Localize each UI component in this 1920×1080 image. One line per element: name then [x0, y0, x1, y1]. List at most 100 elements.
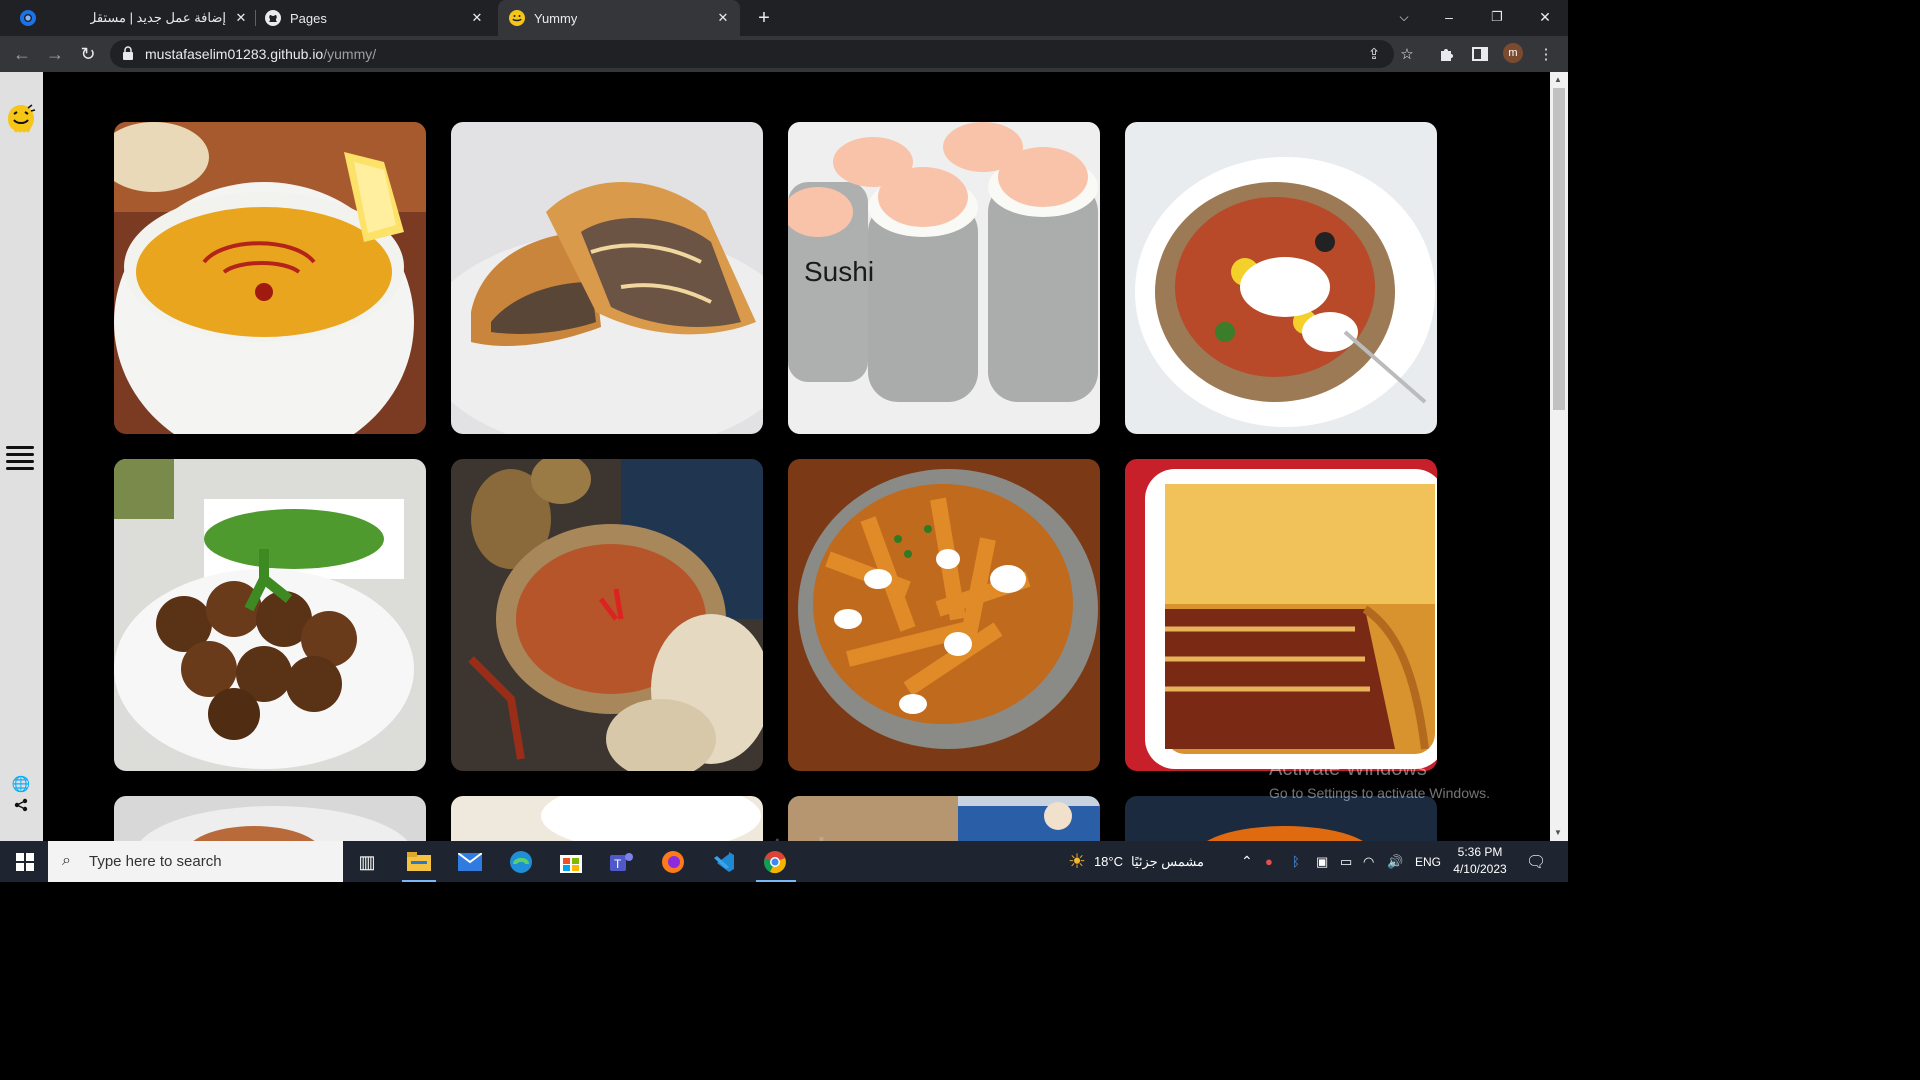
yummy-logo-icon[interactable] — [4, 100, 38, 136]
page-viewport: 🌐 Sushi ▲ ▼ Activate Windows Go to Setti… — [0, 72, 1568, 841]
camera-icon[interactable]: ▣ — [1316, 841, 1328, 882]
tab-close-icon[interactable]: ✕ — [232, 9, 250, 27]
tab-title: Yummy — [534, 10, 578, 26]
meal-card[interactable] — [788, 459, 1100, 771]
meal-name: Sushi — [804, 256, 875, 287]
scroll-up-icon[interactable]: ▲ — [1554, 75, 1562, 84]
meal-card[interactable] — [1125, 122, 1437, 434]
profile-avatar[interactable]: m — [1503, 43, 1523, 63]
meal-image — [114, 122, 426, 434]
tab-close-icon[interactable]: ✕ — [714, 9, 732, 27]
meal-image — [451, 122, 763, 434]
teams-icon[interactable]: T — [607, 847, 637, 877]
search-placeholder: Type here to search — [89, 853, 222, 870]
weather-temp: 18°C — [1093, 854, 1123, 869]
language-indicator[interactable]: ENG — [1415, 841, 1441, 882]
page-scrollbar[interactable]: ▲ ▼ — [1550, 72, 1568, 841]
meal-card[interactable] — [1125, 796, 1437, 841]
tab-mostaql[interactable]: إضافة عمل جديد | مستقل ✕ — [90, 0, 250, 36]
meal-hover-overlay[interactable]: Sushi — [788, 122, 1100, 434]
tray-overflow-chevron-icon[interactable]: ⌃ — [1241, 841, 1253, 882]
activate-title: Activate Windows — [1269, 758, 1427, 780]
active-app-indicator — [402, 880, 436, 882]
minimize-icon[interactable]: – — [1426, 0, 1472, 34]
watermark: mostaql.com — [712, 832, 896, 841]
tab-title: إضافة عمل جديد | مستقل — [90, 10, 226, 25]
bookmark-star-icon[interactable]: ☆ — [1395, 42, 1419, 66]
tab-pages[interactable]: Pages ✕ — [262, 0, 494, 36]
task-view-icon[interactable]: ▥ — [352, 847, 382, 877]
tab-search-chevron-icon[interactable]: ⌵ — [1381, 0, 1427, 34]
url-text: mustafaselim01283.github.io/yummy/ — [145, 46, 376, 62]
chrome-icon[interactable] — [760, 847, 790, 877]
meal-card[interactable] — [114, 459, 426, 771]
search-icon: ⌕ — [62, 852, 71, 869]
tab-divider — [255, 10, 256, 26]
yummy-favicon-icon — [508, 9, 526, 27]
meal-image — [788, 459, 1100, 771]
share-nodes-icon[interactable] — [12, 796, 30, 814]
restore-icon[interactable]: ❐ — [1474, 0, 1520, 34]
meal-card[interactable] — [114, 122, 426, 434]
weather-widget[interactable]: ☀ 18°C مشمس جزئيًا — [1068, 841, 1204, 882]
meal-card[interactable] — [451, 459, 763, 771]
scroll-down-icon[interactable]: ▼ — [1554, 828, 1562, 837]
wifi-icon[interactable]: ◠ — [1363, 841, 1374, 882]
github-icon — [264, 9, 282, 27]
lock-icon[interactable] — [122, 46, 134, 63]
clock-time: 5:36 PM — [1457, 845, 1503, 859]
side-panel-icon[interactable] — [1468, 42, 1492, 66]
address-bar[interactable]: mustafaselim01283.github.io/yummy/ ⇪ — [110, 40, 1394, 68]
taskbar-search-box[interactable]: ⌕ Type here to search — [48, 841, 343, 882]
meal-image — [1125, 459, 1437, 771]
window-close-icon[interactable]: ✕ — [1522, 0, 1568, 34]
recording-icon[interactable]: ● — [1265, 841, 1273, 882]
notifications-icon[interactable]: 🗨 — [1526, 841, 1546, 882]
activate-subtitle: Go to Settings to activate Windows. — [1269, 785, 1490, 801]
hamburger-menu-icon[interactable] — [6, 442, 36, 472]
globe-icon[interactable]: 🌐 — [12, 775, 31, 793]
tab-title: Pages — [290, 10, 327, 26]
windows-start-icon[interactable] — [8, 849, 42, 875]
clock-date: 4/10/2023 — [1453, 862, 1507, 876]
browser-tab-bar: إضافة عمل جديد | مستقل ✕ Pages ✕ Yummy ✕… — [0, 0, 1568, 36]
meal-card[interactable] — [114, 796, 426, 841]
browser-menu-icon[interactable] — [16, 6, 40, 30]
browser-toolbar: ← → ↻ mustafaselim01283.github.io/yummy/… — [0, 36, 1568, 72]
volume-icon[interactable]: 🔊 — [1387, 841, 1403, 882]
microsoft-store-icon[interactable] — [556, 847, 586, 877]
meal-image — [1125, 796, 1437, 841]
reload-icon[interactable]: ↻ — [74, 40, 102, 68]
weather-sun-icon: ☀ — [1068, 851, 1086, 873]
mail-icon[interactable] — [455, 847, 485, 877]
meal-image — [1125, 122, 1437, 434]
meal-card[interactable] — [1125, 459, 1437, 771]
vscode-icon[interactable] — [709, 847, 739, 877]
share-icon[interactable]: ⇪ — [1362, 42, 1386, 66]
forward-arrow-icon[interactable]: → — [41, 40, 69, 68]
url-host: mustafaselim01283.github.io — [145, 46, 324, 62]
activate-windows-notice: Activate Windows Go to Settings to activ… — [1269, 758, 1490, 801]
file-explorer-icon[interactable] — [404, 847, 434, 877]
meal-image — [114, 796, 426, 841]
active-app-indicator — [756, 880, 796, 882]
meal-card[interactable]: Sushi — [788, 122, 1100, 434]
firefox-icon[interactable] — [658, 847, 688, 877]
more-menu-icon[interactable]: ⋮ — [1534, 42, 1558, 66]
extensions-puzzle-icon[interactable] — [1435, 42, 1459, 66]
new-tab-button[interactable]: + — [752, 6, 776, 30]
windows-taskbar: ⌕ Type here to search ▥ T ☀ 18°C مشمس جز… — [0, 841, 1568, 882]
weather-text: مشمس جزئيًا — [1130, 853, 1204, 869]
side-nav-bar: 🌐 — [0, 72, 43, 841]
tab-close-icon[interactable]: ✕ — [468, 9, 486, 27]
back-arrow-icon[interactable]: ← — [8, 40, 36, 68]
meal-image — [114, 459, 426, 771]
tab-yummy[interactable]: Yummy ✕ — [498, 0, 740, 36]
scroll-thumb[interactable] — [1553, 88, 1565, 410]
battery-icon[interactable]: ▭ — [1340, 841, 1352, 882]
taskbar-clock[interactable]: 5:36 PM 4/10/2023 — [1450, 844, 1510, 878]
edge-browser-icon[interactable] — [506, 847, 536, 877]
bluetooth-icon[interactable]: ᛒ — [1292, 841, 1300, 882]
svg-text:T: T — [614, 857, 622, 871]
meal-card[interactable] — [451, 122, 763, 434]
